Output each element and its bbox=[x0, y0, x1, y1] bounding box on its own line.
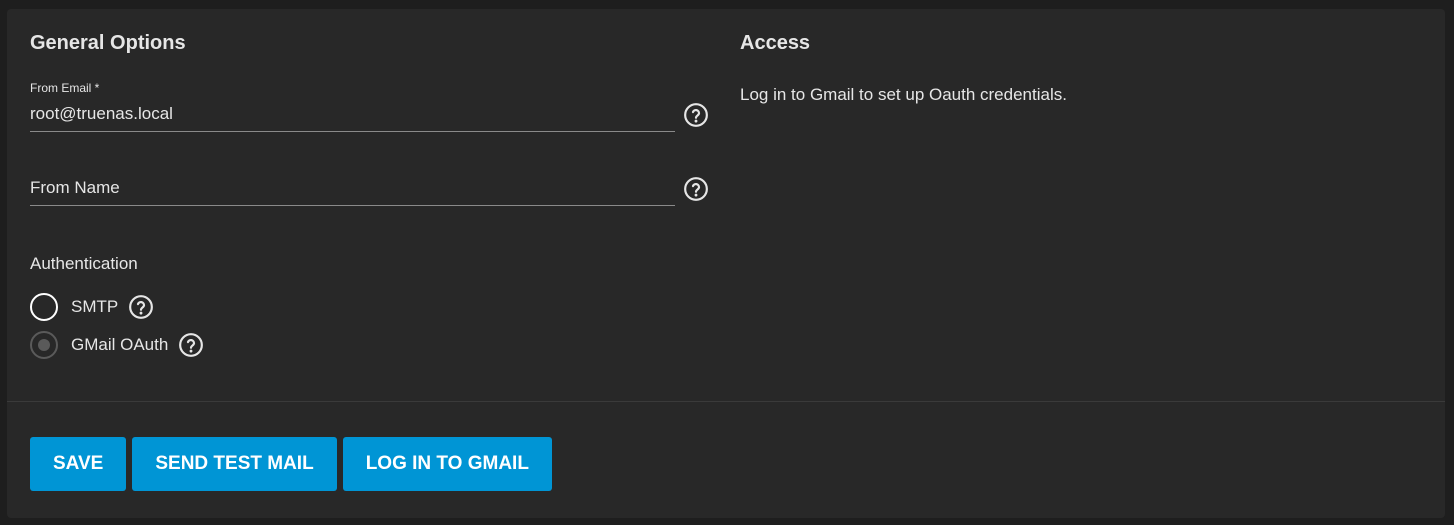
email-options-card: General Options From Email * root@truena… bbox=[7, 9, 1445, 518]
access-message: Log in to Gmail to set up Oauth credenti… bbox=[740, 85, 1067, 104]
gmail-oauth-radio[interactable] bbox=[30, 331, 58, 359]
from-name-placeholder: From Name bbox=[30, 178, 120, 197]
radio-option-gmail-oauth[interactable]: GMail OAuth bbox=[30, 329, 204, 361]
from-name-field[interactable]: From Name bbox=[30, 177, 675, 206]
smtp-label: SMTP bbox=[71, 297, 119, 316]
send-test-mail-button[interactable]: SEND TEST MAIL bbox=[132, 437, 337, 491]
radio-option-smtp[interactable]: SMTP bbox=[30, 291, 154, 323]
smtp-help-icon[interactable] bbox=[128, 294, 154, 320]
from-email-field[interactable]: root@truenas.local bbox=[30, 103, 675, 132]
log-in-to-gmail-button[interactable]: LOG IN TO GMAIL bbox=[342, 437, 552, 491]
smtp-radio[interactable] bbox=[30, 293, 58, 321]
access-title: Access bbox=[740, 32, 811, 54]
gmail-oauth-label: GMail OAuth bbox=[71, 335, 169, 354]
from-email-help-icon[interactable] bbox=[683, 102, 709, 128]
from-email-label: From Email * bbox=[30, 81, 100, 95]
from-email-value: root@truenas.local bbox=[30, 104, 173, 123]
save-button[interactable]: SAVE bbox=[30, 437, 127, 491]
general-options-title: General Options bbox=[30, 32, 186, 54]
from-name-help-icon[interactable] bbox=[683, 176, 709, 202]
authentication-label: Authentication bbox=[30, 254, 138, 273]
actions-divider bbox=[7, 401, 1445, 402]
gmail-oauth-help-icon[interactable] bbox=[178, 332, 204, 358]
action-buttons: SAVE SEND TEST MAIL LOG IN TO GMAIL bbox=[30, 437, 552, 491]
